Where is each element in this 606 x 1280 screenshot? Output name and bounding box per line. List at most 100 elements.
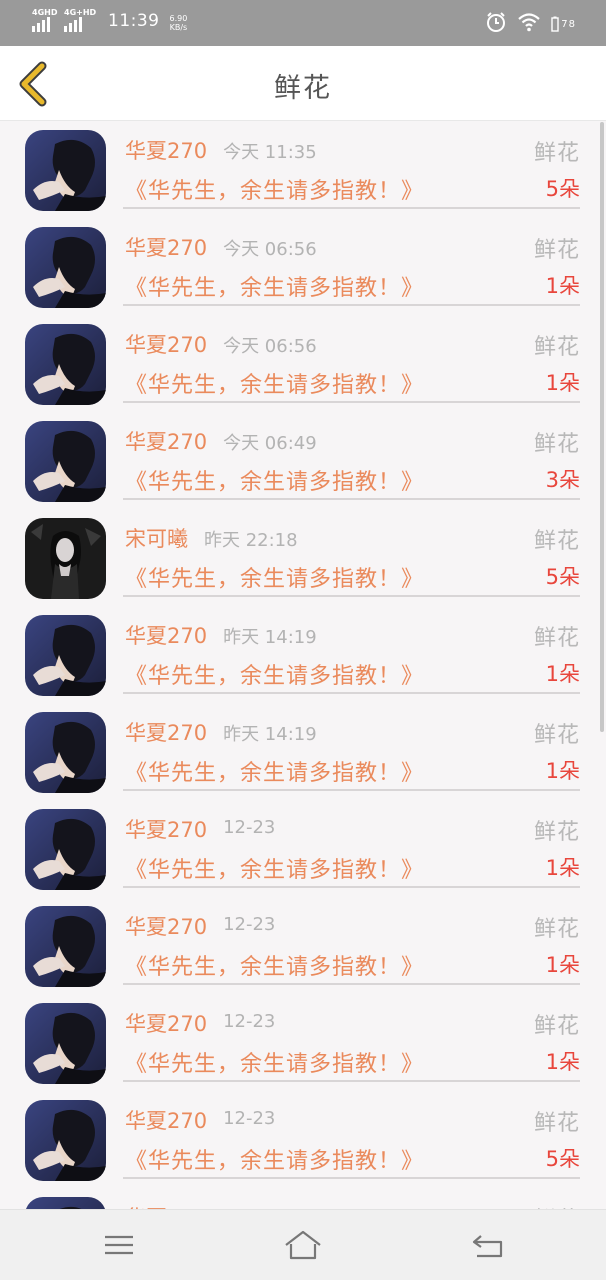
sender-name[interactable]: 华夏270 <box>125 232 207 262</box>
sender-name[interactable]: 华夏270 <box>125 814 207 844</box>
sender-name[interactable]: 华夏270 <box>125 1202 207 1209</box>
gift-type: 鲜花 <box>533 529 580 554</box>
send-time: 12-23 <box>223 914 276 935</box>
flower-count: 5朵 <box>545 1147 580 1171</box>
home-button[interactable] <box>283 1228 323 1262</box>
avatar[interactable] <box>25 906 106 987</box>
list-item[interactable]: 华夏270 12-23 鲜花《华先生，余生请多指教！》 5朵 <box>0 1091 606 1188</box>
sender-name[interactable]: 华夏270 <box>125 426 207 456</box>
sender-name[interactable]: 华夏270 <box>125 329 207 359</box>
gift-type: 鲜花 <box>533 335 580 360</box>
sim2-label: 4G+HD <box>64 8 97 17</box>
list-item-content: 华夏270 鲜花 <box>123 1188 580 1209</box>
sim1-label: 4GHD <box>32 8 58 17</box>
avatar[interactable] <box>25 1197 106 1209</box>
book-title[interactable]: 《华先生，余生请多指教！》 <box>125 173 424 205</box>
list-item-content: 华夏270 12-23 鲜花《华先生，余生请多指教！》 5朵 <box>123 1091 580 1179</box>
gift-type: 鲜花 <box>533 141 580 166</box>
list-item-content: 华夏270 今天 06:56 鲜花 《华先生，余生请多指教！》 1朵 <box>123 315 580 403</box>
menu-button[interactable] <box>99 1228 139 1262</box>
signal-sim2-icon: 4G+HD <box>64 8 97 32</box>
list-item[interactable]: 宋可曦 昨天 22:18 鲜花 《华先生，余生请多指教！》 5朵 <box>0 509 606 606</box>
sender-name[interactable]: 华夏270 <box>125 620 207 650</box>
list-item-content: 宋可曦 昨天 22:18 鲜花 《华先生，余生请多指教！》 5朵 <box>123 509 580 597</box>
send-time: 今天 06:49 <box>223 433 317 454</box>
flower-count: 1朵 <box>545 953 580 977</box>
list-item-content: 华夏270 12-23 鲜花 《华先生，余生请多指教！》 1朵 <box>123 897 580 985</box>
list-item-content: 华夏270 今天 06:49 鲜花 《华先生，余生请多指教！》 3朵 <box>123 412 580 500</box>
list-item[interactable]: 华夏270 鲜花 <box>0 1188 606 1209</box>
gift-type: 鲜花 <box>533 626 580 651</box>
send-time: 12-23 <box>223 817 276 838</box>
list-item[interactable]: 华夏270 今天 06:56 鲜花 《华先生，余生请多指教！》 1朵 <box>0 218 606 315</box>
list-item[interactable]: 华夏270 今天 11:35 鲜花 《华先生，余生请多指教！》 5朵 <box>0 121 606 218</box>
avatar[interactable] <box>25 615 106 696</box>
send-time: 12-23 <box>223 1108 276 1129</box>
flower-count: 1朵 <box>545 662 580 686</box>
avatar[interactable] <box>25 1003 106 1084</box>
network-speed-value: 6.90 <box>169 14 188 23</box>
avatar[interactable] <box>25 227 106 308</box>
sender-name[interactable]: 华夏270 <box>125 911 207 941</box>
sender-name[interactable]: 宋可曦 <box>125 523 188 553</box>
flower-count: 1朵 <box>545 371 580 395</box>
sender-name[interactable]: 华夏270 <box>125 1105 207 1135</box>
alarm-icon <box>485 11 507 37</box>
status-left: 4GHD 4G+HD 11:39 6.90 KB/s <box>32 8 188 32</box>
gift-type: 鲜花 <box>533 238 580 263</box>
gift-type: 鲜花 <box>533 723 580 748</box>
sender-name[interactable]: 华夏270 <box>125 135 207 165</box>
gift-type: 鲜花 <box>533 1111 580 1136</box>
flower-record-list[interactable]: 华夏270 今天 11:35 鲜花 《华先生，余生请多指教！》 5朵 华夏270 今天 06… <box>0 121 606 1209</box>
avatar[interactable] <box>25 324 106 405</box>
avatar[interactable] <box>25 1100 106 1181</box>
list-item-content: 华夏270 昨天 14:19 鲜花《华先生，余生请多指教！》 1朵 <box>123 606 580 694</box>
avatar[interactable] <box>25 421 106 502</box>
list-item[interactable]: 华夏270 今天 06:49 鲜花 《华先生，余生请多指教！》 3朵 <box>0 412 606 509</box>
page-title: 鲜花 <box>274 73 332 104</box>
book-title[interactable]: 《华先生，余生请多指教！》 <box>125 367 424 399</box>
gift-type: 鲜花 <box>534 1202 580 1209</box>
book-title[interactable]: 《华先生，余生请多指教！》 <box>125 464 424 496</box>
flower-count: 1朵 <box>545 759 580 783</box>
status-time: 11:39 <box>108 11 160 31</box>
flower-count: 1朵 <box>545 274 580 298</box>
list-item[interactable]: 华夏270 昨天 14:19 鲜花《华先生，余生请多指教！》 1朵 <box>0 703 606 800</box>
wifi-icon <box>517 12 541 36</box>
avatar[interactable] <box>25 518 106 599</box>
list-item[interactable]: 华夏270 今天 06:56 鲜花 《华先生，余生请多指教！》 1朵 <box>0 315 606 412</box>
book-title[interactable]: 《华先生，余生请多指教！》 <box>125 561 424 593</box>
system-nav-bar <box>0 1209 606 1280</box>
book-title[interactable]: 《华先生，余生请多指教！》 <box>125 949 424 981</box>
list-item-content: 华夏270 昨天 14:19 鲜花《华先生，余生请多指教！》 1朵 <box>123 703 580 791</box>
avatar[interactable] <box>25 809 106 890</box>
home-icon <box>285 1230 321 1260</box>
return-button[interactable] <box>467 1228 507 1262</box>
scrollbar-thumb[interactable] <box>600 122 604 732</box>
book-title[interactable]: 《华先生，余生请多指教！》 <box>125 755 424 787</box>
flower-count: 1朵 <box>545 1050 580 1074</box>
list-item[interactable]: 华夏270 12-23 鲜花 《华先生，余生请多指教！》 1朵 <box>0 897 606 994</box>
sender-name[interactable]: 华夏270 <box>125 717 207 747</box>
avatar[interactable] <box>25 712 106 793</box>
sender-name[interactable]: 华夏270 <box>125 1008 207 1038</box>
list-item[interactable]: 华夏270 12-23 鲜花 《华先生，余生请多指教！》 1朵 <box>0 994 606 1091</box>
list-item-content: 华夏270 12-23 鲜花 《华先生，余生请多指教！》 1朵 <box>123 800 580 888</box>
avatar[interactable] <box>25 130 106 211</box>
book-title[interactable]: 《华先生，余生请多指教！》 <box>125 658 424 690</box>
send-time: 昨天 14:19 <box>223 627 317 648</box>
list-item[interactable]: 华夏270 12-23 鲜花 《华先生，余生请多指教！》 1朵 <box>0 800 606 897</box>
send-time: 昨天 14:19 <box>223 724 317 745</box>
book-title[interactable]: 《华先生，余生请多指教！》 <box>125 270 424 302</box>
list-item-content: 华夏270 今天 06:56 鲜花 《华先生，余生请多指教！》 1朵 <box>123 218 580 306</box>
network-speed: 6.90 KB/s <box>170 14 188 32</box>
battery-level: 78 <box>561 18 576 30</box>
book-title[interactable]: 《华先生，余生请多指教！》 <box>125 852 424 884</box>
status-bar: 4GHD 4G+HD 11:39 6.90 KB/s 78 <box>0 0 606 46</box>
return-icon <box>472 1235 503 1258</box>
status-right: 78 <box>485 11 576 37</box>
book-title[interactable]: 《华先生，余生请多指教！》 <box>125 1046 424 1078</box>
flower-count: 5朵 <box>545 565 580 589</box>
book-title[interactable]: 《华先生，余生请多指教！》 <box>125 1143 424 1175</box>
list-item[interactable]: 华夏270 昨天 14:19 鲜花《华先生，余生请多指教！》 1朵 <box>0 606 606 703</box>
